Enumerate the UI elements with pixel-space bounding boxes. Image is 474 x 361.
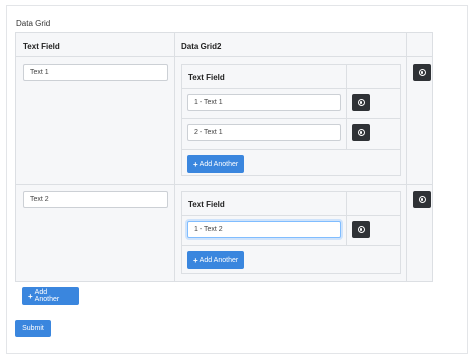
nested-data-grid: Text Field 1 - Text 2 + Add Another	[181, 191, 401, 274]
remove-row-button[interactable]	[413, 191, 431, 208]
nested-header-text-field: Text Field	[188, 73, 225, 82]
row-divider	[182, 245, 400, 246]
plus-icon: +	[28, 291, 33, 301]
column-divider	[174, 33, 175, 281]
remove-row-button[interactable]	[352, 221, 370, 238]
header-data-grid2: Data Grid2	[181, 42, 222, 51]
nested-data-grid: Text Field 1 - Text 1 2 - Text 1 + Add An…	[181, 64, 401, 176]
add-another-button[interactable]: + Add Another	[187, 251, 245, 269]
add-another-label: Add Another	[34, 289, 60, 303]
nested-text-field-input[interactable]: 2 - Text 1	[187, 124, 341, 141]
row-divider	[16, 184, 432, 185]
add-another-label: Add Another	[199, 256, 239, 264]
column-divider	[346, 192, 347, 245]
submit-button[interactable]: Submit	[15, 320, 51, 337]
nested-header-text-field: Text Field	[188, 200, 225, 209]
row-divider	[16, 281, 432, 282]
text-field-input[interactable]: Text 1	[23, 64, 168, 81]
remove-circle-icon	[418, 69, 426, 76]
plus-icon: +	[193, 255, 198, 265]
text-field-input[interactable]: Text 2	[23, 191, 168, 208]
row-divider	[182, 215, 400, 216]
row-divider	[16, 56, 432, 57]
remove-row-button[interactable]	[352, 94, 370, 111]
add-another-label: Add Another	[199, 160, 239, 168]
remove-circle-icon	[357, 226, 365, 233]
plus-icon: +	[193, 159, 198, 169]
header-text-field: Text Field	[23, 42, 60, 51]
remove-row-button[interactable]	[413, 64, 431, 81]
remove-circle-icon	[357, 99, 365, 106]
nested-text-field-input[interactable]: 1 - Text 2	[187, 221, 341, 238]
row-divider	[182, 88, 400, 89]
nested-text-field-input[interactable]: 1 - Text 1	[187, 94, 341, 111]
row-divider	[182, 118, 400, 119]
remove-row-button[interactable]	[352, 124, 370, 141]
remove-circle-icon	[357, 129, 365, 136]
remove-circle-icon	[418, 196, 426, 203]
data-grid: Text Field Data Grid2 Text 1 Text Field …	[15, 32, 433, 282]
column-divider	[346, 65, 347, 149]
add-another-button[interactable]: + Add Another	[187, 155, 245, 173]
add-another-button[interactable]: + Add Another	[22, 287, 79, 305]
row-divider	[182, 149, 400, 150]
data-grid-label: Data Grid	[16, 19, 51, 28]
column-divider	[406, 33, 407, 281]
